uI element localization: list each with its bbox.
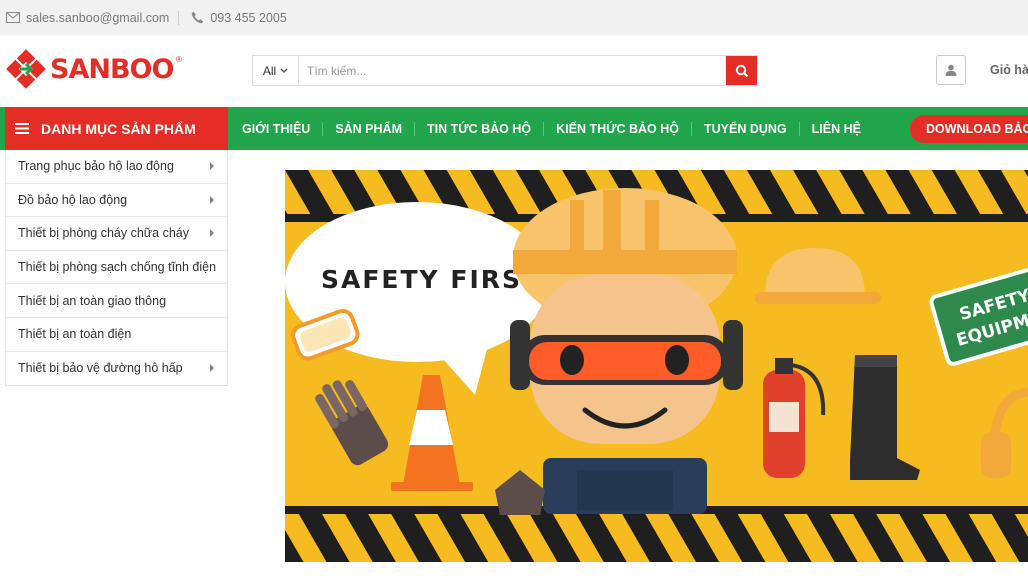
search-bar: All [252,55,758,86]
sidebar-item-an-toan-dien[interactable]: Thiết bị an toàn điện [6,318,227,352]
hamburger-icon [15,123,29,134]
search-category-value: All [262,63,277,78]
chevron-right-icon [210,364,214,373]
registered-mark: ® [176,55,182,64]
nav-item-san-pham[interactable]: SẢN PHẨM [323,121,415,136]
email-contact[interactable]: sales.sanboo@gmail.com [6,11,169,25]
divider [178,10,180,25]
nav-item-gioi-thieu[interactable]: GIỚI THIỆU [230,121,324,136]
search-input[interactable] [299,56,726,85]
mail-icon [6,12,20,23]
banner-illustration: SAFETY FIRST SAFETY EQUIPM [285,170,1028,562]
sidebar-item-pccc[interactable]: Thiết bị phòng cháy chữa cháy [6,217,227,251]
email-text: sales.sanboo@gmail.com [26,10,170,25]
user-icon [945,64,957,76]
chevron-down-icon [280,67,288,73]
nav-item-lien-he[interactable]: LIÊN HỆ [800,122,873,136]
phone-contact[interactable]: 093 455 2005 [191,10,287,25]
hazard-stripe-bottom [285,514,1028,562]
sidebar-item-phong-sach[interactable]: Thiết bị phòng sạch chống tĩnh điện [6,251,227,285]
hero-banner[interactable]: SAFETY FIRST SAFETY EQUIPM [285,170,1028,562]
cart-link[interactable]: Giỏ hàng [990,63,1028,77]
chevron-right-icon [210,162,214,171]
account-button[interactable] [936,55,966,85]
sidebar-item-ho-hap[interactable]: Thiết bị bảo vệ đường hô hấp [6,352,227,386]
sidebar-item-label: Đồ bảo hộ lao động [18,192,128,207]
logo-mark-icon [6,49,46,89]
chevron-right-icon [210,229,214,238]
top-bar: sales.sanboo@gmail.com 093 455 2005 [0,0,1028,35]
nav-item-tin-tuc-bao-ho[interactable]: TIN TỨC BẢO HỘ [415,121,545,136]
logo-wordmark: SANBOO [50,54,174,85]
search-category-select[interactable]: All [253,56,299,85]
sidebar-item-label: Thiết bị phòng sạch chống tĩnh điện [18,260,217,275]
nav-item-kien-thuc-bao-ho[interactable]: KIẾN THỨC BẢO HỘ [544,121,692,136]
sidebar-item-do-bao-ho[interactable]: Đồ bảo hộ lao động [6,184,227,218]
chevron-right-icon [210,195,214,204]
search-button[interactable] [726,56,757,85]
sidebar-item-label: Thiết bị an toàn giao thông [18,293,167,308]
sidebar-item-label: Thiết bị an toàn điện [18,327,132,342]
nav-menu: GIỚI THIỆU SẢN PHẨM TIN TỨC BẢO HỘ KIẾN … [230,107,873,150]
sidebar-item-label: Thiết bị bảo vệ đường hô hấp [18,361,183,376]
nav-item-tuyen-dung[interactable]: TUYỂN DỤNG [692,121,800,136]
category-menu-button[interactable]: DANH MỤC SẢN PHẨM [5,107,228,150]
logo[interactable]: SANBOO ® [4,47,184,91]
sidebar-item-label: Thiết bị phòng cháy chữa cháy [18,226,189,241]
phone-text: 093 455 2005 [210,10,287,25]
main-nav: DANH MỤC SẢN PHẨM GIỚI THIỆU SẢN PHẨM TI… [0,107,1028,150]
download-button[interactable]: DOWNLOAD BẢO [910,115,1028,143]
bubble-text: SAFETY FIRST [321,265,541,294]
header: SANBOO ® All Giỏ hàng [0,35,1028,107]
sidebar-item-label: Trang phục bảo hộ lao động [18,159,174,174]
category-menu-label: DANH MỤC SẢN PHẨM [41,120,196,137]
sidebar-item-trang-phuc[interactable]: Trang phục bảo hộ lao động [6,150,227,184]
category-sidebar: Trang phục bảo hộ lao động Đồ bảo hộ lao… [5,150,228,387]
search-icon [735,64,748,77]
sidebar-item-giao-thong[interactable]: Thiết bị an toàn giao thông [6,284,227,318]
phone-icon [192,11,204,24]
